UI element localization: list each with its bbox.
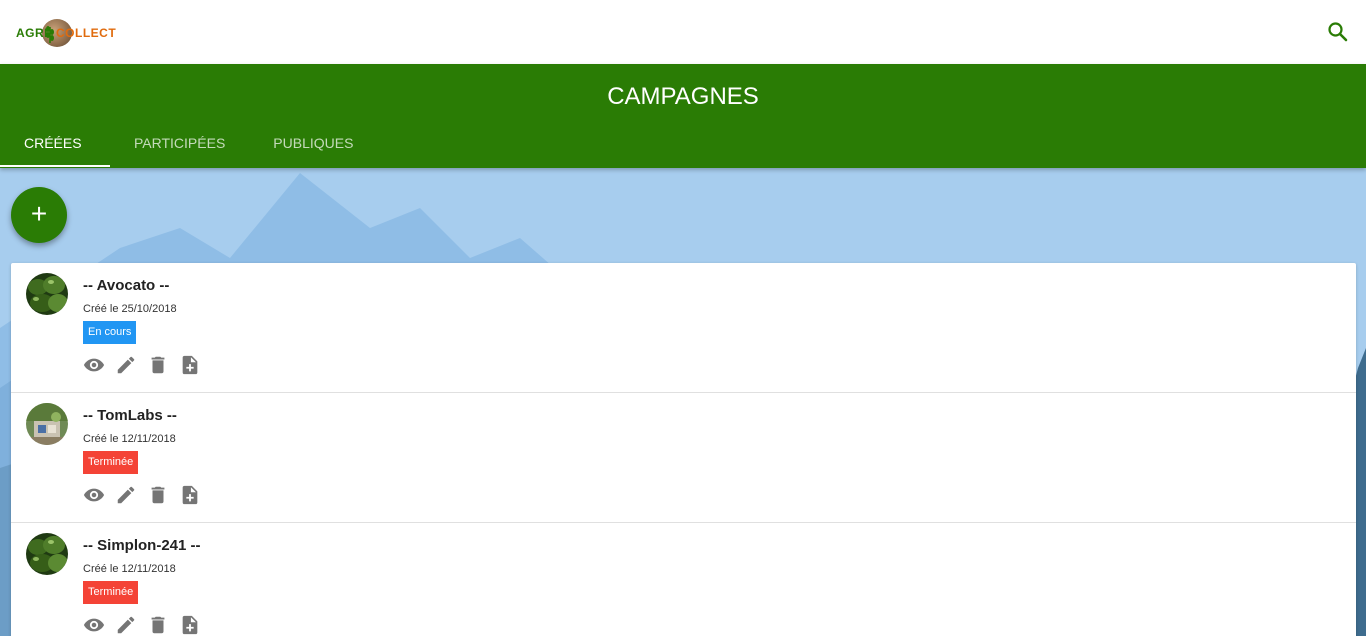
view-button[interactable]: [83, 614, 105, 636]
delete-button[interactable]: [147, 614, 169, 636]
app-bar: CAMPAGNES CRÉÉES PARTICIPÉES PUBLIQUES: [0, 64, 1366, 168]
list-item: -- Avocato -- Créé le 25/10/2018 En cour…: [11, 263, 1356, 393]
avatar: [26, 273, 68, 315]
tab-bar: CRÉÉES PARTICIPÉES PUBLIQUES: [0, 124, 377, 168]
app-logo[interactable]: AGRI COLLECT: [16, 18, 116, 48]
campaign-date: Créé le 12/11/2018: [83, 563, 176, 575]
pencil-icon: [117, 616, 135, 634]
pencil-icon: [117, 486, 135, 504]
logo-text-collect: COLLECT: [56, 26, 117, 40]
add-file-button[interactable]: [179, 614, 201, 636]
search-icon: [1328, 22, 1348, 42]
add-file-icon: [182, 615, 198, 635]
add-file-icon: [182, 355, 198, 375]
pencil-icon: [117, 356, 135, 374]
avocado-image: [26, 533, 68, 575]
item-actions: [83, 614, 211, 636]
add-file-button[interactable]: [179, 484, 201, 506]
top-bar: AGRI COLLECT: [0, 0, 1366, 64]
eye-icon: [83, 358, 105, 372]
campaign-date: Créé le 12/11/2018: [83, 433, 176, 445]
item-actions: [83, 484, 211, 506]
item-actions: [83, 354, 211, 376]
lab-image: [26, 403, 68, 445]
tab-participated[interactable]: PARTICIPÉES: [110, 124, 249, 168]
campaign-title[interactable]: -- TomLabs --: [83, 407, 177, 424]
status-badge: Terminée: [83, 451, 139, 474]
list-item: -- Simplon-241 -- Créé le 12/11/2018 Ter…: [11, 523, 1356, 636]
trash-icon: [151, 356, 165, 374]
campaign-title[interactable]: -- Simplon-241 --: [83, 537, 201, 554]
trash-icon: [151, 616, 165, 634]
delete-button[interactable]: [147, 484, 169, 506]
list-item: -- TomLabs -- Créé le 12/11/2018 Terminé…: [11, 393, 1356, 523]
trash-icon: [151, 486, 165, 504]
wheat-icon: [46, 26, 54, 43]
delete-button[interactable]: [147, 354, 169, 376]
status-badge: Terminée: [83, 581, 139, 604]
add-file-icon: [182, 485, 198, 505]
add-file-button[interactable]: [179, 354, 201, 376]
edit-button[interactable]: [115, 614, 137, 636]
page-title: CAMPAGNES: [607, 83, 759, 110]
tab-public[interactable]: PUBLIQUES: [249, 124, 377, 168]
eye-icon: [83, 618, 105, 632]
campaign-title[interactable]: -- Avocato --: [83, 277, 169, 294]
edit-button[interactable]: [115, 484, 137, 506]
eye-icon: [83, 488, 105, 502]
campaign-date: Créé le 25/10/2018: [83, 303, 177, 315]
edit-button[interactable]: [115, 354, 137, 376]
search-button[interactable]: [1326, 20, 1350, 44]
status-badge: En cours: [83, 321, 137, 344]
tab-created[interactable]: CRÉÉES: [0, 124, 110, 168]
avatar: [26, 533, 68, 575]
avocado-image: [26, 273, 68, 315]
avatar: [26, 403, 68, 445]
view-button[interactable]: [83, 484, 105, 506]
add-campaign-button[interactable]: +: [11, 187, 67, 243]
view-button[interactable]: [83, 354, 105, 376]
campaign-list: -- Avocato -- Créé le 25/10/2018 En cour…: [11, 263, 1356, 636]
